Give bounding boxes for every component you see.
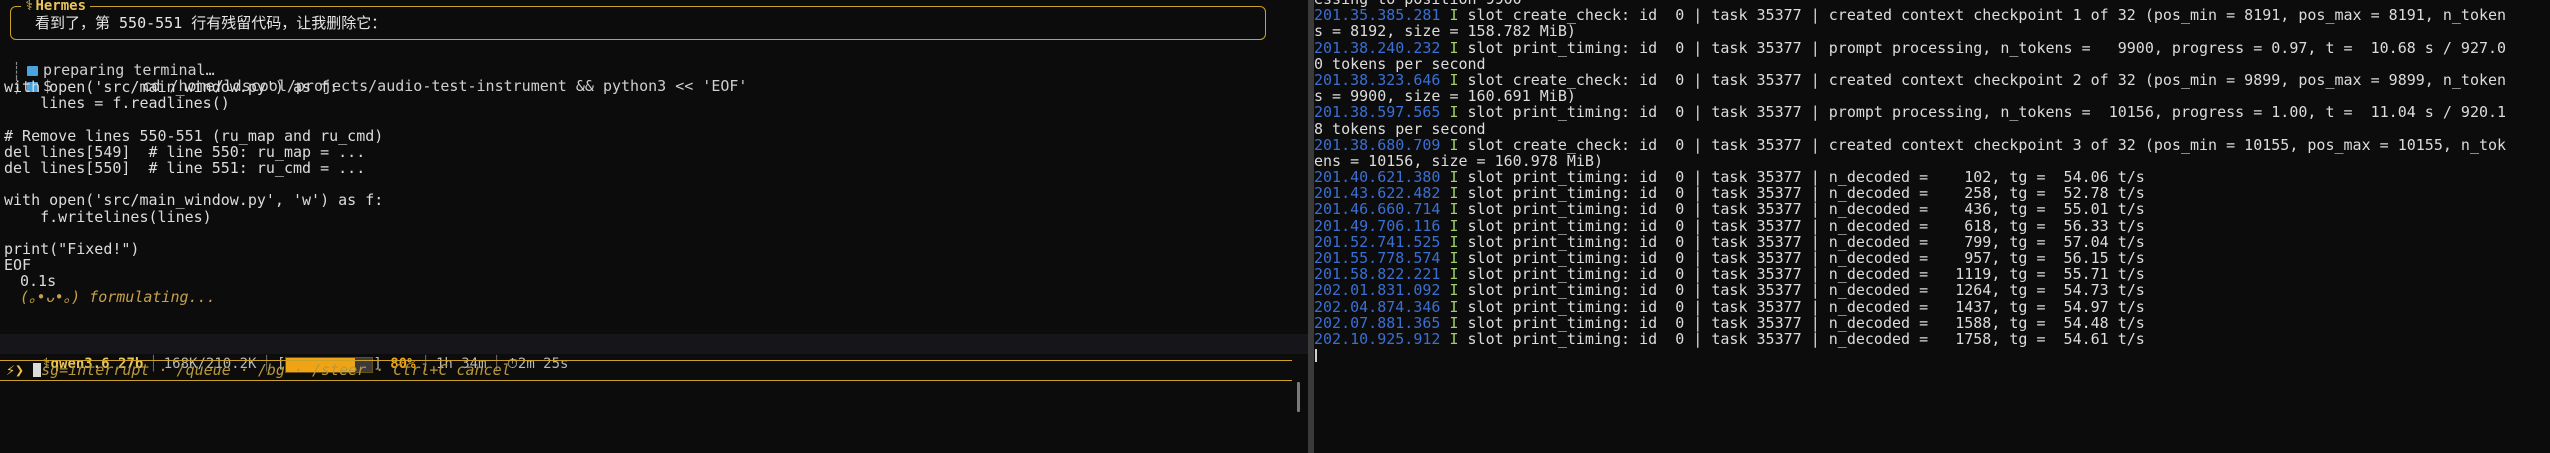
text-cursor [1315,349,1317,363]
log-line: 201.38.597.565 I slot print_timing: id 0… [1314,104,2548,120]
prompt-glyph-icon: ⚡❯ [6,361,25,379]
log-line: s = 9900, size = 160.691 MiB) [1314,88,2548,104]
log-line: 201.43.622.482 I slot print_timing: id 0… [1314,185,2548,201]
log-text: slot print_timing: id 0 | task 35377 | p… [1467,103,2507,122]
server-log: essing to position 9900201.35.385.281 I … [1314,0,2548,363]
input-rule-bottom [0,380,1292,381]
log-line: 201.55.778.574 I slot print_timing: id 0… [1314,250,2548,266]
server-log-pane[interactable]: essing to position 9900201.35.385.281 I … [1314,0,2550,453]
status-bar: ⚕qwen3.6 27b │ 168K/210.2K │[] 80% │ 1h 34m │ ⏱… [0,334,1308,373]
log-text: slot create_check: id 0 | task 35377 | c… [1467,6,2507,25]
log-cursor-line [1314,347,2548,363]
log-line: 202.01.831.092 I slot print_timing: id 0… [1314,282,2548,298]
log-line: 201.58.822.221 I slot print_timing: id 0… [1314,266,2548,282]
tool-status-line: ┊ preparing terminal… [12,61,215,79]
left-pane-scrollbar[interactable] [1297,382,1300,412]
log-line: 201.35.385.281 I slot create_check: id 0… [1314,7,2548,23]
agent-terminal-pane[interactable]: ⚕ Hermes 看到了，第 550-551 行有残留代码，让我删除它： ┊ pre… [0,0,1308,453]
terminal-icon [27,66,39,76]
log-timestamp: 202.10.925.912 [1314,329,1441,348]
code-line: with open('src/main_window.py') as f: [4,78,339,96]
code-line: # Remove lines 550-551 (ru_map and ru_cm… [4,126,384,145]
log-line: 8 tokens per second [1314,120,2548,137]
agent-title: ⚕ Hermes [21,0,91,14]
heredoc-code: with open('src/main_window.py') as f: li… [4,79,383,306]
log-text: slot create_check: id 0 | task 35377 | c… [1467,135,2507,154]
code-line: f.writelines(lines) [4,207,212,226]
code-line: EOF [4,256,32,275]
agent-message: 看到了，第 550-551 行有残留代码，让我删除它： [35,14,387,32]
log-line: 201.38.323.646 I slot create_check: id 0… [1314,72,2548,88]
code-line: lines = f.readlines() [4,94,230,113]
log-line: 0 tokens per second [1314,56,2548,72]
code-line: del lines[550] # line 551: ru_cmd = ... [4,158,366,177]
log-line: 201.38.240.232 I slot print_timing: id 0… [1314,38,2548,57]
log-text: slot print_timing: id 0 | task 35377 | n… [1467,329,2145,348]
log-line: 201.46.660.714 I slot print_timing: id 0… [1314,201,2548,217]
log-line: 201.49.706.116 I slot print_timing: id 0… [1314,218,2548,234]
log-text: slot create_check: id 0 | task 35377 | c… [1467,70,2507,89]
log-line: 201.52.741.525 I slot print_timing: id 0… [1314,234,2548,250]
log-line: 202.10.925.912 I slot print_timing: id 0… [1314,331,2548,347]
log-line: s = 8192, size = 158.782 MiB) [1314,23,2548,39]
turn-timer: 2m 25s [517,356,569,372]
log-line: 202.07.881.365 I slot print_timing: id 0… [1314,315,2548,331]
code-line: with open('src/main_window.py', 'w') as … [4,191,384,210]
formulating-indicator: (｡•ᴗ•｡) formulating... [20,288,216,307]
input-hint: sg=interrupt · /queue · /bg · /steer · C… [41,361,511,379]
code-line: del lines[549] # line 550: ru_map = ... [4,142,366,161]
text-cursor [33,363,42,377]
log-line: 201.40.621.380 I slot print_timing: id 0… [1314,169,2548,185]
agent-icon: ⚕ [25,0,34,14]
input-prompt[interactable]: ⚡❯ sg=interrupt · /queue · /bg · /steer … [6,362,511,378]
agent-name: Hermes [35,0,87,14]
log-line: ens = 10156, size = 160.978 MiB) [1314,153,2548,169]
log-line: 201.38.680.709 I slot create_check: id 0… [1314,137,2548,153]
log-level: I [1449,329,1459,348]
elapsed-time: 0.1s [20,272,57,291]
log-text: slot print_timing: id 0 | task 35377 | p… [1467,38,2507,57]
code-line: print("Fixed!") [4,239,140,258]
log-line: 202.04.874.346 I slot print_timing: id 0… [1314,298,2548,315]
agent-message-box: ⚕ Hermes 看到了，第 550-551 行有残留代码，让我删除它： [10,0,1266,40]
